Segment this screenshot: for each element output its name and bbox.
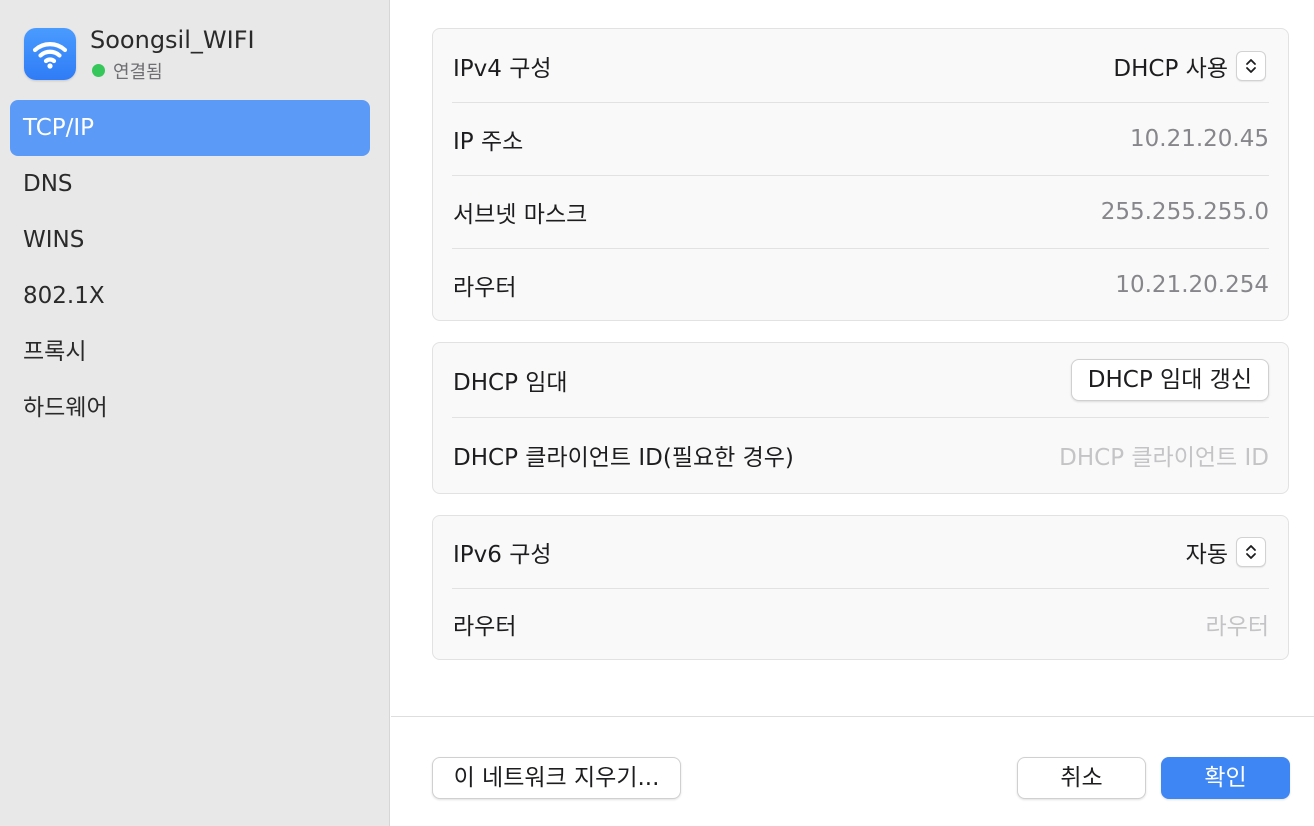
ipv4-config-row: IPv4 구성 DHCP 사용 — [433, 29, 1288, 102]
connection-status-text: 연결됨 — [113, 62, 163, 83]
sidebar-item-tcpip[interactable]: TCP/IP — [10, 100, 370, 156]
sidebar-item-hardware[interactable]: 하드웨어 — [10, 380, 370, 436]
renew-dhcp-lease-button[interactable]: DHCP 임대 갱신 — [1070, 359, 1269, 401]
ipv6-group: IPv6 구성 자동 라우터 라우터 — [432, 515, 1289, 660]
updown-chevron-icon[interactable] — [1236, 50, 1266, 81]
router-row: 라우터 10.21.20.254 — [433, 248, 1288, 321]
dhcp-lease-row: DHCP 임대 DHCP 임대 갱신 — [433, 343, 1288, 417]
ipv6-config-value[interactable]: 자동 — [1186, 535, 1228, 569]
forget-network-button[interactable]: 이 네트워크 지우기... — [432, 757, 681, 799]
ipv6-router-label: 라우터 — [453, 613, 517, 640]
sidebar-list: TCP/IP DNS WINS 802.1X 프록시 하드웨어 — [10, 100, 370, 436]
connection-status: 연결됨 — [92, 58, 163, 84]
dhcp-lease-label: DHCP 임대 — [453, 370, 568, 396]
network-name: Soongsil_WIFI — [90, 26, 255, 54]
ip-address-value: 10.21.20.45 — [1130, 125, 1269, 152]
footer-divider — [391, 716, 1314, 717]
ipv6-config-popup[interactable]: 자동 — [1186, 535, 1266, 569]
dhcp-group: DHCP 임대 DHCP 임대 갱신 DHCP 클라이언트 ID(필요한 경우)… — [432, 342, 1289, 494]
dhcp-client-id-row: DHCP 클라이언트 ID(필요한 경우) DHCP 클라이언트 ID — [433, 417, 1288, 493]
sidebar: Soongsil_WIFI 연결됨 TCP/IP DNS WINS 802.1X… — [0, 0, 390, 826]
ipv6-router-row: 라우터 라우터 — [433, 588, 1288, 659]
ip-address-row: IP 주소 10.21.20.45 — [433, 102, 1288, 175]
dhcp-client-id-field[interactable]: DHCP 클라이언트 ID — [1059, 438, 1269, 472]
dhcp-client-id-label: DHCP 클라이언트 ID(필요한 경우) — [453, 445, 794, 471]
ipv4-config-popup[interactable]: DHCP 사용 — [1113, 49, 1266, 83]
ip-address-label: IP 주소 — [453, 128, 524, 155]
sidebar-item-8021x[interactable]: 802.1X — [10, 268, 370, 324]
ipv6-config-label: IPv6 구성 — [453, 542, 552, 568]
ipv6-router-field[interactable]: 라우터 — [1206, 607, 1269, 641]
ipv6-config-row: IPv6 구성 자동 — [433, 516, 1288, 588]
ok-button[interactable]: 확인 — [1161, 757, 1290, 799]
ipv4-config-label: IPv4 구성 — [453, 55, 552, 82]
updown-chevron-icon[interactable] — [1236, 537, 1266, 567]
router-value: 10.21.20.254 — [1115, 271, 1269, 298]
sidebar-item-proxy[interactable]: 프록시 — [10, 324, 370, 380]
ipv4-config-value[interactable]: DHCP 사용 — [1113, 49, 1228, 83]
status-dot-icon — [92, 64, 105, 77]
sidebar-item-dns[interactable]: DNS — [10, 156, 370, 212]
subnet-mask-value: 255.255.255.0 — [1100, 198, 1269, 225]
subnet-mask-label: 서브넷 마스크 — [453, 201, 588, 228]
main-panel: IPv4 구성 DHCP 사용 IP 주소 10.21.20.45 서브넷 마스… — [391, 0, 1314, 826]
ipv4-group: IPv4 구성 DHCP 사용 IP 주소 10.21.20.45 서브넷 마스… — [432, 28, 1289, 321]
router-label: 라우터 — [453, 274, 517, 301]
cancel-button[interactable]: 취소 — [1017, 757, 1146, 799]
wifi-icon — [24, 28, 76, 80]
sidebar-item-wins[interactable]: WINS — [10, 212, 370, 268]
subnet-mask-row: 서브넷 마스크 255.255.255.0 — [433, 175, 1288, 248]
